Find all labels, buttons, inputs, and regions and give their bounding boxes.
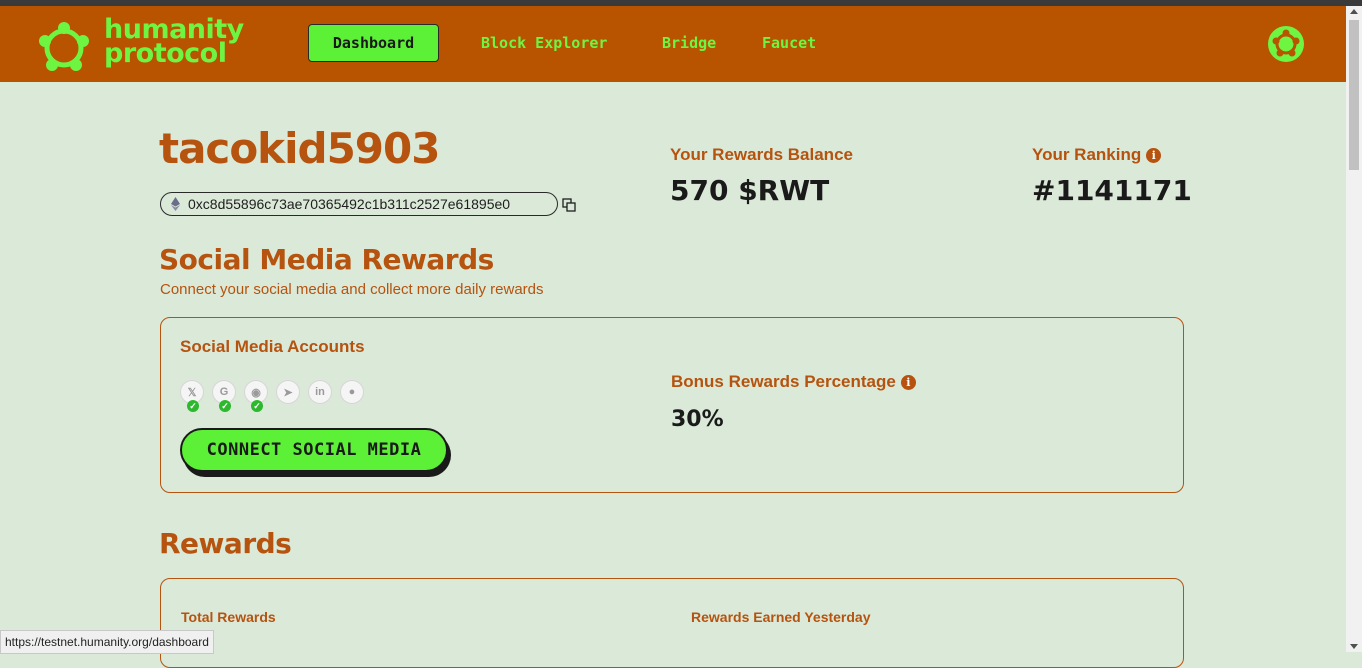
social-rewards-heading: Social Media Rewards [159, 243, 494, 276]
nav-faucet-link[interactable]: Faucet [762, 34, 816, 52]
logo-line-2: protocol [104, 38, 227, 69]
ranking-value: #1141171 [1032, 174, 1192, 207]
ranking-info-icon[interactable]: i [1146, 148, 1162, 163]
rewards-balance-label: Your Rewards Balance [670, 145, 853, 164]
copy-address-icon[interactable] [562, 198, 576, 212]
wallet-address-text: 0xc8d55896c73ae70365492c1b311c2527e61895… [188, 196, 511, 212]
bonus-label-wrap: Bonus Rewards Percentage i [671, 372, 916, 392]
username-heading: tacokid5903 [159, 124, 440, 173]
rewards-balance-value: 570 $RWT [670, 174, 830, 207]
page-scrollbar[interactable] [1346, 6, 1362, 652]
rewards-heading: Rewards [159, 527, 292, 560]
nav-block-explorer-link[interactable]: Block Explorer [481, 34, 607, 52]
total-rewards-label: Total Rewards [181, 609, 276, 625]
logo-wordmark: humanity protocol [104, 16, 244, 69]
x-connected-check-icon: ✓ [187, 400, 199, 412]
ranking-label-wrap: Your Ranking i [1032, 145, 1162, 165]
bonus-info-icon[interactable]: i [900, 375, 916, 390]
top-navbar: humanity protocol Dashboard Block Explor… [0, 6, 1346, 82]
bonus-rewards-value: 30% [671, 407, 724, 432]
rewards-card [160, 578, 1184, 668]
connect-social-media-button[interactable]: CONNECT SOCIAL MEDIA [180, 428, 448, 472]
scroll-up-arrow-icon[interactable] [1350, 9, 1358, 14]
rewards-yesterday-label: Rewards Earned Yesterday [691, 609, 871, 625]
humanity-protocol-logo[interactable]: humanity protocol [36, 16, 266, 74]
wallet-address-pill: 0xc8d55896c73ae70365492c1b311c2527e61895… [160, 192, 558, 216]
bonus-rewards-label: Bonus Rewards Percentage [671, 372, 896, 391]
telegram-icon[interactable]: ➤ [277, 381, 299, 403]
profile-avatar-icon [1268, 26, 1304, 62]
social-rewards-subtitle: Connect your social media and collect mo… [160, 281, 544, 298]
scrollbar-thumb[interactable] [1349, 20, 1359, 170]
scroll-down-arrow-icon[interactable] [1350, 644, 1358, 649]
nav-dashboard-button[interactable]: Dashboard [308, 24, 439, 62]
social-accounts-label: Social Media Accounts [180, 337, 365, 356]
ethereum-icon [171, 197, 180, 211]
github-icon[interactable]: ● [341, 381, 363, 403]
link-hover-status-bar: https://testnet.humanity.org/dashboard [0, 630, 214, 654]
linkedin-icon[interactable]: in [309, 381, 331, 403]
discord-connected-check-icon: ✓ [251, 400, 263, 412]
nav-bridge-link[interactable]: Bridge [662, 34, 716, 52]
profile-avatar-button[interactable] [1268, 26, 1304, 62]
google-connected-check-icon: ✓ [219, 400, 231, 412]
ranking-label: Your Ranking [1032, 145, 1142, 164]
logo-mark-icon [39, 22, 89, 71]
